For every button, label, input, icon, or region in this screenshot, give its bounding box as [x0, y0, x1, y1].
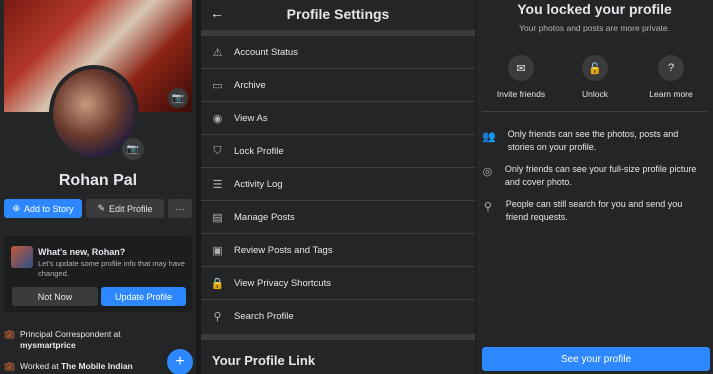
settings-item-label: View As — [234, 112, 268, 124]
add-to-story-button[interactable]: ⊕ Add to Story — [4, 199, 82, 218]
update-profile-button[interactable]: Update Profile — [101, 287, 186, 306]
info-item: ⚲ People can still search for you and se… — [482, 198, 707, 224]
settings-item-label: View Privacy Shortcuts — [234, 277, 331, 289]
whats-new-card: What's new, Rohan? Let's update some pro… — [4, 236, 192, 312]
profile-name: Rohan Pal — [58, 172, 138, 189]
invite-friends-button[interactable]: ✉ Invite friends — [481, 55, 561, 99]
see-your-profile-button[interactable]: See your profile — [482, 347, 710, 371]
envelope-icon: ✉ — [508, 55, 534, 81]
settings-item-lock-profile[interactable]: ⛉ Lock Profile — [201, 135, 475, 168]
work-prefix: Principal Correspondent at — [20, 329, 121, 339]
info-item: ◎ Only friends can see your full-size pr… — [482, 163, 707, 189]
question-icon: ? — [658, 55, 684, 81]
lock-icon: 🔒 — [210, 277, 225, 290]
settings-item-archive[interactable]: ▭ Archive — [201, 69, 475, 102]
info-text: People can still search for you and send… — [505, 199, 683, 222]
profile-settings-panel: ← Profile Settings ⚠ Account Status ▭ Ar… — [201, 0, 475, 374]
warning-icon: ⚠ — [212, 46, 223, 59]
work-item: 💼 Worked at The Mobile Indian — [4, 361, 133, 372]
friends-icon: 👥 — [482, 131, 496, 143]
unlock-icon: 🔓 — [582, 55, 608, 81]
whats-new-text: Let's update some profile info that may … — [38, 259, 185, 278]
briefcase-icon: 💼 — [4, 361, 16, 371]
feature-label: Unlock — [582, 89, 608, 99]
briefcase-icon: 💼 — [4, 329, 16, 339]
settings-item-label: Lock Profile — [234, 145, 284, 157]
header: ← Profile Settings — [201, 0, 475, 30]
settings-item-search-profile[interactable]: ⚲ Search Profile — [201, 300, 475, 333]
work-item: 💼 Principal Correspondent at mysmartpric… — [4, 329, 121, 351]
pencil-icon: ✎ — [97, 203, 105, 213]
edit-profile-label: Edit Profile — [109, 203, 153, 214]
whats-new-thumbnail — [11, 246, 33, 268]
list-icon: ☰ — [212, 178, 223, 191]
info-text: Only friends can see your full-size prof… — [504, 164, 697, 187]
learn-more-button[interactable]: ? Learn more — [631, 55, 711, 99]
settings-item-view-as[interactable]: ◉ View As — [201, 102, 475, 135]
unlock-button[interactable]: 🔓 Unlock — [555, 55, 635, 99]
divider — [201, 334, 475, 340]
tag-icon: ▣ — [212, 244, 223, 257]
feature-label: Learn more — [649, 89, 693, 99]
settings-item-label: Activity Log — [234, 178, 283, 190]
shield-icon: ⛉ — [213, 144, 222, 157]
plus-circle-icon: ⊕ — [12, 203, 20, 213]
not-now-button[interactable]: Not Now — [12, 287, 98, 306]
settings-item-label: Search Profile — [234, 311, 294, 322]
work-place[interactable]: The Mobile Indian — [61, 361, 133, 371]
whats-new-title: What's new, Rohan? — [38, 247, 126, 257]
settings-item-label: Manage Posts — [234, 211, 295, 223]
profile-panel: 📷 📷 Rohan Pal ⊕ Add to Story ✎ Edit Prof… — [0, 0, 196, 374]
divider — [482, 111, 707, 112]
info-item: 👥 Only friends can see the photos, posts… — [482, 128, 707, 154]
settings-item-label: Review Posts and Tags — [234, 244, 333, 256]
archive-icon: ▭ — [212, 79, 223, 92]
settings-item-label: Archive — [234, 79, 266, 91]
settings-item-label: Account Status — [234, 46, 298, 58]
settings-item-manage-posts[interactable]: ▤ Manage Posts — [201, 201, 475, 234]
info-text: Only friends can see the photos, posts a… — [507, 129, 679, 152]
work-place[interactable]: mysmartprice — [20, 340, 76, 350]
profile-link-heading: Your Profile Link — [212, 353, 316, 368]
page-title: You locked your profile — [517, 1, 672, 17]
feature-label: Invite friends — [496, 89, 546, 99]
more-button[interactable]: ··· — [168, 199, 192, 218]
settings-item-review-posts-and-tags[interactable]: ▣ Review Posts and Tags — [201, 234, 475, 267]
page-subtitle: Your photos and posts are more private. — [519, 23, 670, 33]
eye-icon: ◉ — [212, 112, 223, 125]
settings-item-activity-log[interactable]: ☰ Activity Log — [201, 168, 475, 201]
add-button[interactable]: + — [167, 349, 193, 374]
settings-item-account-status[interactable]: ⚠ Account Status — [201, 36, 475, 69]
camera-icon[interactable]: 📷 — [168, 88, 188, 108]
search-icon: ⚲ — [483, 201, 492, 213]
camera-icon[interactable]: 📷 — [122, 138, 144, 160]
settings-item-view-privacy-shortcuts[interactable]: 🔒 View Privacy Shortcuts — [201, 267, 475, 300]
page-title: Profile Settings — [286, 6, 390, 22]
search-icon: ⚲ — [213, 311, 222, 323]
edit-profile-button[interactable]: ✎ Edit Profile — [86, 199, 164, 218]
profile-picture-icon: ◎ — [482, 166, 493, 178]
posts-icon: ▤ — [212, 211, 223, 224]
work-prefix: Worked at — [20, 361, 59, 371]
add-to-story-label: Add to Story — [24, 203, 74, 214]
locked-profile-panel: You locked your profile Your photos and … — [476, 0, 713, 374]
